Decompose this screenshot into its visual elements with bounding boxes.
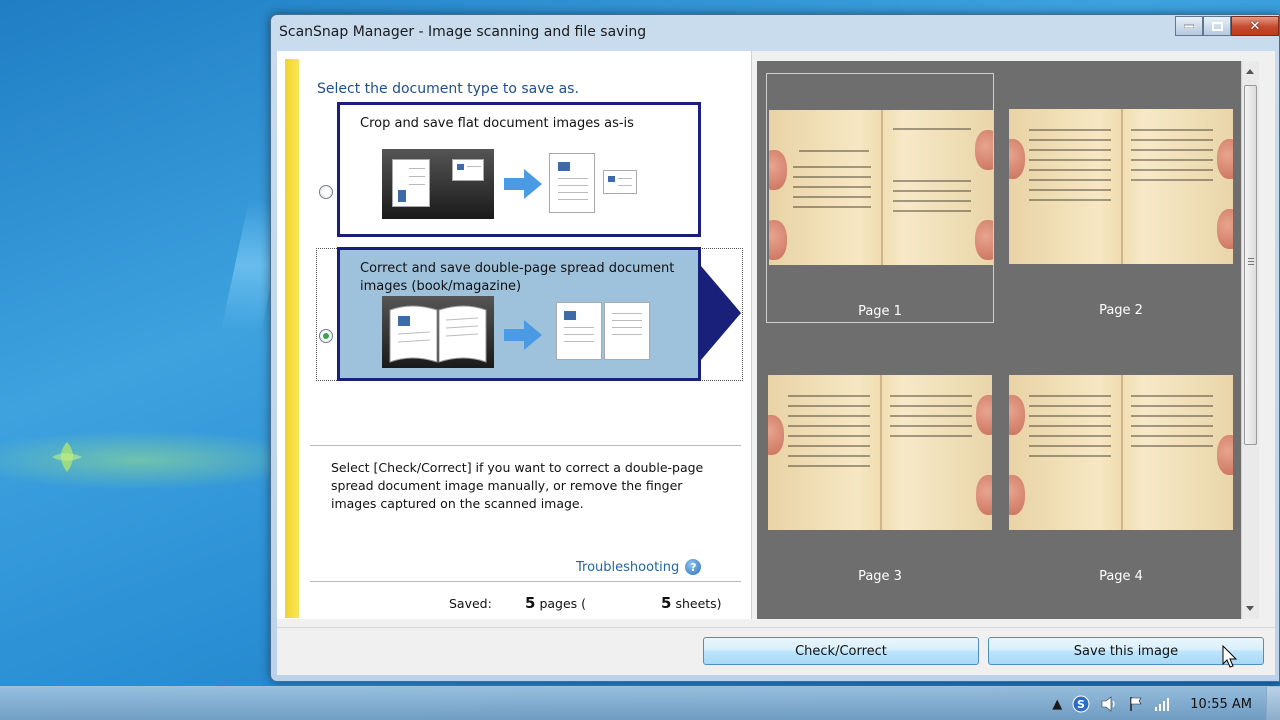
window-title: ScanSnap Manager - Image scanning and fi… — [279, 24, 647, 40]
divider — [310, 445, 741, 446]
page-image — [1009, 375, 1233, 530]
taskbar: ▲ S 10:55 AM — [0, 686, 1280, 720]
saved-count: Saved: 5 pages ( 5 sheets) — [449, 594, 722, 612]
scansnap-tray-icon[interactable]: S — [1072, 695, 1090, 713]
saved-sheets: 5 sheets) — [657, 594, 722, 612]
mouse-cursor-icon — [1222, 645, 1238, 668]
preview-scrollbar[interactable] — [1241, 61, 1259, 619]
option-double-page[interactable]: Correct and save double-page spread docu… — [337, 247, 701, 381]
page-label: Page 4 — [1099, 569, 1143, 584]
output-right-page — [604, 302, 650, 360]
scansnap-window: ScanSnap Manager - Image scanning and fi… — [270, 14, 1280, 682]
sheets-count: 5 — [661, 594, 672, 612]
troubleshooting-label: Troubleshooting — [576, 559, 680, 575]
title-bar[interactable]: ScanSnap Manager - Image scanning and fi… — [271, 15, 1279, 51]
page-thumbnail-3[interactable]: Page 3 — [766, 339, 994, 589]
arrow-right-icon — [504, 320, 542, 350]
sheets-text: sheets) — [675, 596, 722, 611]
taskbar-clock[interactable]: 10:55 AM — [1190, 697, 1252, 712]
options-panel: Select the document type to save as. Cro… — [277, 51, 752, 619]
page-thumbnail-4[interactable]: Page 4 — [1007, 339, 1235, 589]
saved-pages: 5 pages ( — [521, 594, 586, 612]
window-controls: ✕ — [1175, 16, 1279, 36]
minimize-icon — [1184, 24, 1194, 28]
window-client: Select the document type to save as. Cro… — [277, 51, 1275, 675]
output-flat-card — [603, 170, 637, 194]
scroll-down-icon[interactable] — [1246, 606, 1254, 611]
option-double-page-label: Correct and save double-page spread docu… — [360, 261, 675, 294]
page-image — [769, 110, 993, 265]
system-tray: ▲ S 10:55 AM — [1052, 687, 1280, 720]
volume-icon[interactable] — [1100, 696, 1118, 712]
panel-heading: Select the document type to save as. — [317, 81, 579, 97]
show-hidden-icons-icon[interactable]: ▲ — [1052, 697, 1062, 712]
minimize-button[interactable] — [1175, 16, 1203, 36]
page-label: Page 2 — [1099, 303, 1143, 318]
arrow-right-icon — [504, 169, 542, 199]
maximize-icon — [1211, 21, 1223, 31]
output-flat-document — [549, 153, 595, 213]
check-correct-button[interactable]: Check/Correct — [703, 637, 979, 665]
scanned-book-image — [382, 296, 494, 368]
page-image — [1009, 109, 1233, 264]
help-icon: ? — [685, 559, 702, 575]
desktop-leaf-icon — [52, 442, 82, 472]
yellow-accent-bar — [285, 59, 299, 618]
maximize-button[interactable] — [1203, 16, 1231, 36]
page-image — [768, 375, 992, 530]
scroll-up-icon[interactable] — [1246, 69, 1254, 74]
page-thumbnail-1[interactable]: Page 1 — [766, 73, 994, 323]
page-thumbnail-2[interactable]: Page 2 — [1007, 73, 1235, 323]
show-desktop-button[interactable] — [1266, 687, 1280, 720]
selection-pointer — [701, 266, 741, 360]
page-label: Page 3 — [858, 569, 902, 584]
scanned-flat-image — [382, 149, 494, 219]
pages-count: 5 — [525, 594, 536, 612]
close-button[interactable]: ✕ — [1231, 16, 1279, 36]
troubleshooting-link[interactable]: Troubleshooting ? — [576, 559, 702, 575]
network-icon[interactable] — [1154, 696, 1172, 712]
flag-icon[interactable] — [1128, 696, 1144, 712]
svg-text:S: S — [1077, 698, 1085, 711]
radio-double-page[interactable] — [319, 329, 333, 343]
pages-text: pages ( — [539, 596, 587, 611]
output-left-page — [556, 302, 602, 360]
radio-crop-flat[interactable] — [319, 185, 333, 199]
page-label: Page 1 — [858, 304, 902, 319]
option-crop-flat[interactable]: Crop and save flat document images as-is — [337, 102, 701, 237]
instruction-text: Select [Check/Correct] if you want to co… — [331, 460, 704, 511]
preview-panel: Page 1 Page 2 Page 3 Page 4 — [757, 61, 1241, 619]
option-crop-flat-label: Crop and save flat document images as-is — [360, 116, 634, 131]
scroll-thumb[interactable] — [1244, 85, 1257, 445]
close-icon: ✕ — [1249, 18, 1261, 34]
divider — [277, 627, 1275, 628]
divider — [310, 581, 741, 582]
saved-label: Saved: — [449, 596, 492, 611]
